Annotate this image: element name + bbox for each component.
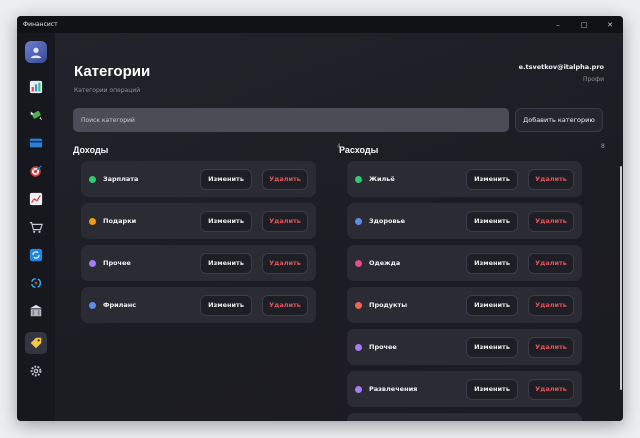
maximize-button[interactable]: □	[571, 16, 597, 33]
expense-scrollbar[interactable]	[620, 166, 622, 390]
delete-button[interactable]: Удалить	[262, 168, 308, 190]
page-subtitle: Категории операций	[74, 87, 141, 94]
minimize-button[interactable]: –	[545, 16, 571, 33]
category-row: Прочее Изменить Удалить	[347, 329, 582, 365]
category-color-dot	[89, 301, 96, 309]
category-label: Зарплата	[103, 175, 139, 183]
bank-icon	[29, 304, 43, 317]
delete-button[interactable]: Удалить	[528, 168, 574, 190]
expense-count: 8	[601, 143, 605, 150]
edit-button[interactable]: Изменить	[466, 210, 518, 232]
expense-section-title: Расходы	[339, 145, 379, 155]
delete-button[interactable]: Удалить	[528, 420, 574, 421]
sidebar-item-analytics[interactable]	[25, 188, 47, 210]
trend-chart-icon	[29, 192, 43, 206]
category-label: Прочее	[369, 343, 397, 351]
bar-chart-icon	[29, 80, 43, 94]
delete-button[interactable]: Удалить	[528, 378, 574, 400]
category-label: Подарки	[103, 217, 137, 225]
category-row: Прочее Изменить Удалить	[81, 245, 316, 281]
sidebar-item-transactions[interactable]	[25, 104, 47, 126]
delete-button[interactable]: Удалить	[262, 210, 308, 232]
delete-button[interactable]: Удалить	[262, 294, 308, 316]
money-wings-icon	[30, 110, 43, 121]
search-input[interactable]	[73, 108, 509, 132]
user-email[interactable]: e.tsvetkov@italpha.pro	[519, 63, 604, 71]
category-row: Здоровье Изменить Удалить	[347, 203, 582, 239]
avatar[interactable]	[25, 41, 47, 63]
sidebar	[17, 33, 55, 421]
category-color-dot	[355, 217, 362, 225]
category-label: Жильё	[369, 175, 395, 183]
edit-button[interactable]: Изменить	[466, 294, 518, 316]
delete-button[interactable]: Удалить	[528, 294, 574, 316]
category-label: Фриланс	[103, 301, 137, 309]
window-title: Финансист	[23, 21, 58, 28]
sidebar-item-accounts[interactable]	[25, 132, 47, 154]
target-icon	[30, 165, 42, 177]
edit-button[interactable]: Изменить	[466, 336, 518, 358]
category-row: СвязьИзменитьУдалить	[347, 413, 582, 421]
category-label: Продукты	[369, 301, 408, 309]
sidebar-item-goals[interactable]	[25, 160, 47, 182]
credit-card-icon	[29, 138, 43, 148]
edit-button[interactable]: Изменить	[200, 210, 252, 232]
delete-button[interactable]: Удалить	[528, 252, 574, 274]
category-row: Жильё Изменить Удалить	[347, 161, 582, 197]
shopping-cart-icon	[29, 222, 43, 233]
category-label: Развлечения	[369, 385, 418, 393]
add-category-button[interactable]: Добавить категорию	[515, 108, 603, 132]
page-title: Категории	[74, 63, 151, 80]
sidebar-item-sync[interactable]	[25, 244, 47, 266]
edit-button[interactable]: Изменить	[200, 252, 252, 274]
user-plan: Профи	[582, 76, 604, 83]
category-color-dot	[355, 301, 362, 309]
category-color-dot	[355, 385, 362, 393]
edit-button[interactable]: Изменить	[466, 420, 518, 421]
category-row: Зарплата Изменить Удалить	[81, 161, 316, 197]
close-button[interactable]: ✕	[597, 16, 623, 33]
sidebar-item-banks[interactable]	[25, 300, 47, 322]
delete-button[interactable]: Удалить	[528, 336, 574, 358]
tag-icon	[30, 337, 42, 349]
edit-button[interactable]: Изменить	[200, 168, 252, 190]
sidebar-item-reports[interactable]	[25, 76, 47, 98]
category-label: Прочее	[103, 259, 131, 267]
category-color-dot	[355, 343, 362, 351]
window-controls: – □ ✕	[545, 16, 623, 33]
main-content: Категории Категории операций e.tsvetkov@…	[55, 33, 623, 421]
sidebar-item-settings[interactable]	[25, 360, 47, 382]
category-color-dot	[355, 175, 362, 183]
sidebar-item-categories[interactable]	[25, 332, 47, 354]
category-row: Одежда Изменить Удалить	[347, 245, 582, 281]
delete-button[interactable]: Удалить	[528, 210, 574, 232]
category-color-dot	[89, 259, 96, 267]
category-label: Здоровье	[369, 217, 406, 225]
sidebar-item-recurring[interactable]	[25, 272, 47, 294]
category-row: Подарки Изменить Удалить	[81, 203, 316, 239]
edit-button[interactable]: Изменить	[466, 252, 518, 274]
title-bar: Финансист – □ ✕	[17, 16, 623, 33]
sidebar-item-purchases[interactable]	[25, 216, 47, 238]
app-window: Финансист – □ ✕ Категории Категории опер…	[17, 16, 623, 421]
category-label: Одежда	[369, 259, 401, 267]
category-row: Фриланс Изменить Удалить	[81, 287, 316, 323]
gear-icon	[30, 365, 42, 377]
avatar-icon	[30, 47, 42, 59]
edit-button[interactable]: Изменить	[200, 294, 252, 316]
category-color-dot	[355, 259, 362, 267]
edit-button[interactable]: Изменить	[466, 168, 518, 190]
category-color-dot	[89, 175, 96, 183]
income-section-title: Доходы	[73, 145, 109, 155]
expense-list: Жильё Изменить Удалить Здоровье Изменить Удал…	[347, 161, 582, 421]
edit-button[interactable]: Изменить	[466, 378, 518, 400]
category-color-dot	[89, 217, 96, 225]
category-row: Развлечения Изменить Удалить	[347, 371, 582, 407]
refresh-icon	[30, 277, 42, 289]
sync-icon	[29, 248, 43, 262]
category-row: Продукты Изменить Удалить	[347, 287, 582, 323]
delete-button[interactable]: Удалить	[262, 252, 308, 274]
